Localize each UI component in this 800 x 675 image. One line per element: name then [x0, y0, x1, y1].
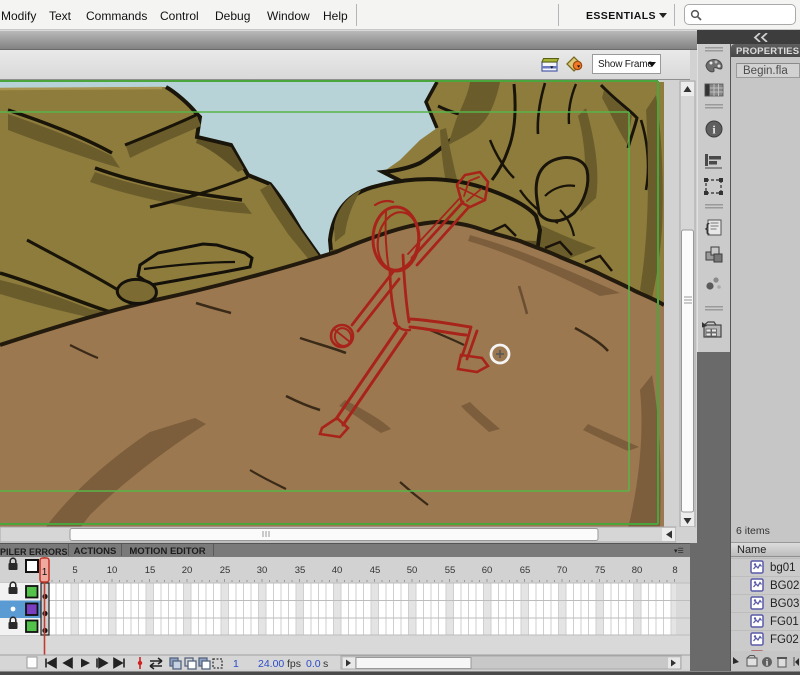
svg-text:45: 45 [370, 565, 381, 576]
svg-text:50: 50 [407, 565, 418, 576]
svg-text:10: 10 [107, 565, 118, 576]
svg-text:80: 80 [632, 565, 643, 576]
svg-text:8: 8 [672, 565, 677, 576]
svg-text:s: s [323, 658, 328, 670]
svg-text:60: 60 [482, 565, 493, 576]
svg-text:15: 15 [145, 565, 156, 576]
svg-text:24.00: 24.00 [258, 658, 284, 670]
svg-text:25: 25 [220, 565, 231, 576]
svg-text:fps: fps [287, 658, 301, 670]
svg-text:0.0: 0.0 [306, 658, 321, 670]
svg-text:55: 55 [445, 565, 456, 576]
svg-text:BG02: BG02 [770, 580, 799, 592]
svg-text:40: 40 [332, 565, 343, 576]
svg-text:1: 1 [42, 567, 48, 578]
svg-text:BG03: BG03 [770, 598, 799, 610]
svg-text:65: 65 [520, 565, 531, 576]
svg-text:{: { [705, 221, 710, 235]
svg-text:30: 30 [257, 565, 268, 576]
svg-text:1: 1 [233, 658, 239, 670]
svg-text:35: 35 [295, 565, 306, 576]
svg-text:20: 20 [182, 565, 193, 576]
svg-text:bg01: bg01 [770, 562, 796, 574]
svg-text:5: 5 [72, 565, 77, 576]
svg-text:70: 70 [557, 565, 568, 576]
svg-text:FG02: FG02 [770, 634, 799, 646]
svg-text:FG01: FG01 [770, 616, 799, 628]
svg-text:75: 75 [595, 565, 606, 576]
